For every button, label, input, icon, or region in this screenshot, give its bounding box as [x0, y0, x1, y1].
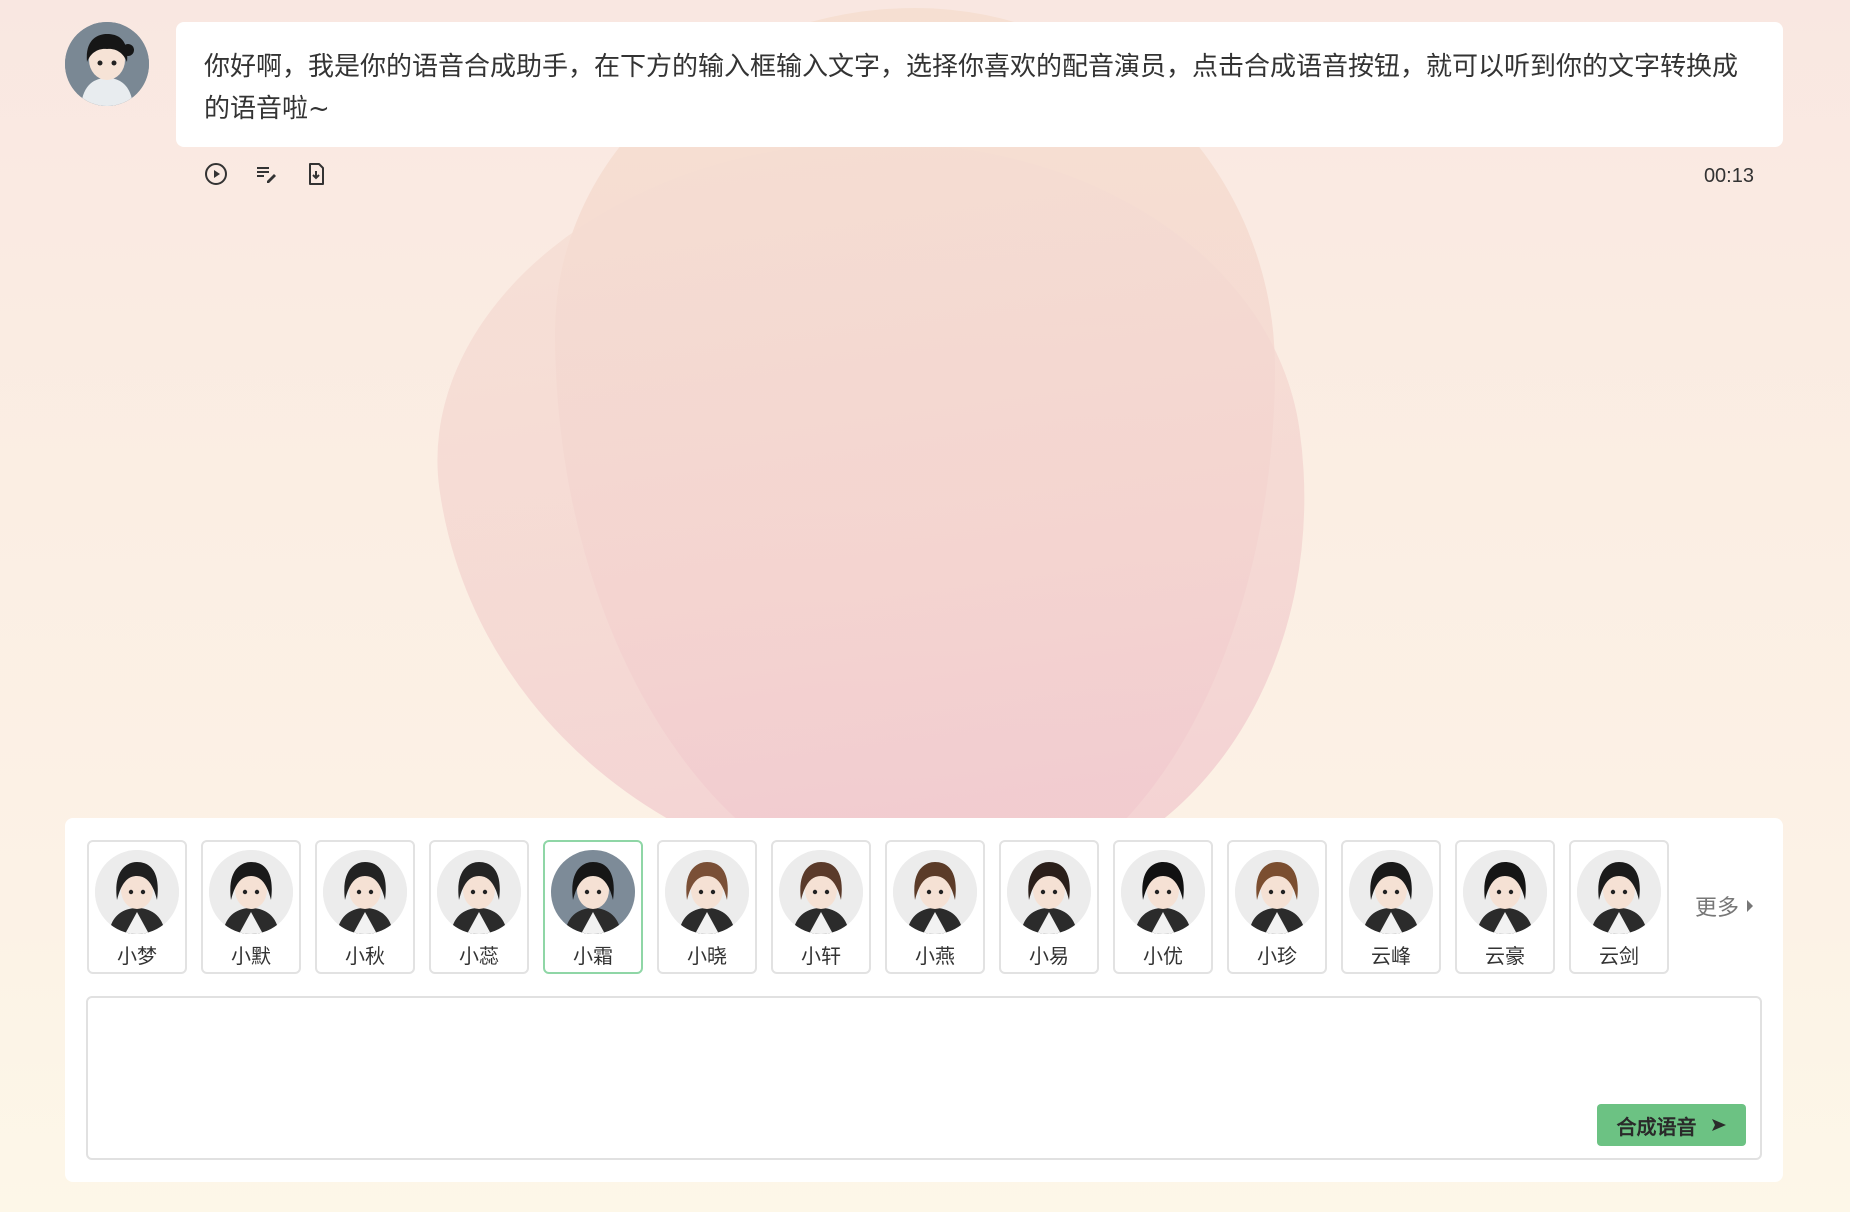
assistant-message-bubble: 你好啊，我是你的语音合成助手，在下方的输入框输入文字，选择你喜欢的配音演员，点击… [176, 22, 1783, 147]
message-actions [202, 160, 330, 188]
voice-avatar [893, 850, 977, 934]
voice-avatar [209, 850, 293, 934]
voice-card[interactable]: 小默 [201, 840, 301, 974]
voice-avatar [95, 850, 179, 934]
voice-name: 小霜 [573, 944, 613, 968]
voice-card[interactable]: 云峰 [1341, 840, 1441, 974]
synthesize-button[interactable]: 合成语音 [1597, 1104, 1746, 1146]
voice-name: 小燕 [915, 944, 955, 968]
voice-name: 小蕊 [459, 944, 499, 968]
voice-avatar [665, 850, 749, 934]
voice-card[interactable]: 云剑 [1569, 840, 1669, 974]
voice-avatar [323, 850, 407, 934]
voice-name: 云剑 [1599, 944, 1639, 968]
voice-avatar [1349, 850, 1433, 934]
play-icon [205, 163, 227, 185]
edit-text-icon [257, 167, 276, 183]
voice-card[interactable]: 小梦 [87, 840, 187, 974]
voice-name: 云峰 [1371, 944, 1411, 968]
voice-avatar [551, 850, 635, 934]
voice-name: 小珍 [1257, 944, 1297, 968]
voice-card[interactable]: 云豪 [1455, 840, 1555, 974]
voice-avatar [437, 850, 521, 934]
voice-card[interactable]: 小轩 [771, 840, 871, 974]
download-button[interactable] [302, 160, 330, 188]
voice-card[interactable]: 小秋 [315, 840, 415, 974]
composer-panel: 小梦 小默 小秋 小蕊 小霜 小晓 小轩 小燕 小易 小优 小珍 云峰 云豪 云剑 更多 合成语音 [65, 818, 1783, 1182]
voice-card[interactable]: 小蕊 [429, 840, 529, 974]
voice-card[interactable]: 小珍 [1227, 840, 1327, 974]
voice-card[interactable]: 小霜 [543, 840, 643, 974]
voice-avatar [779, 850, 863, 934]
voice-name: 小梦 [117, 944, 157, 968]
edit-text-button[interactable] [252, 160, 280, 188]
voice-card[interactable]: 小燕 [885, 840, 985, 974]
voice-name: 小优 [1143, 944, 1183, 968]
text-input[interactable] [86, 996, 1762, 1160]
synthesize-label: 合成语音 [1616, 1114, 1697, 1139]
play-button[interactable] [202, 160, 230, 188]
voice-avatar [1463, 850, 1547, 934]
voice-name: 小秋 [345, 944, 385, 968]
voice-name: 小默 [231, 944, 271, 968]
caret-right-icon [1747, 900, 1753, 912]
audio-duration: 00:13 [1703, 165, 1754, 187]
voice-name: 小晓 [687, 944, 727, 968]
send-icon [1711, 1119, 1726, 1131]
assistant-avatar [65, 22, 149, 106]
voice-card[interactable]: 小优 [1113, 840, 1213, 974]
voice-card[interactable]: 小易 [999, 840, 1099, 974]
voice-name: 小轩 [801, 944, 841, 968]
voice-name: 云豪 [1485, 944, 1525, 968]
more-voices-button[interactable]: 更多 [1695, 890, 1753, 922]
voice-avatar [1007, 850, 1091, 934]
voice-list: 小梦 小默 小秋 小蕊 小霜 小晓 小轩 小燕 小易 小优 小珍 云峰 云豪 云剑 [87, 840, 1675, 975]
voice-avatar [1235, 850, 1319, 934]
voice-name: 小易 [1029, 944, 1069, 968]
more-label: 更多 [1694, 896, 1739, 921]
voice-avatar [1577, 850, 1661, 934]
assistant-message-text: 你好啊，我是你的语音合成助手，在下方的输入框输入文字，选择你喜欢的配音演员，点击… [204, 52, 1739, 124]
voice-card[interactable]: 小晓 [657, 840, 757, 974]
download-file-icon [309, 163, 324, 185]
voice-avatar [1121, 850, 1205, 934]
